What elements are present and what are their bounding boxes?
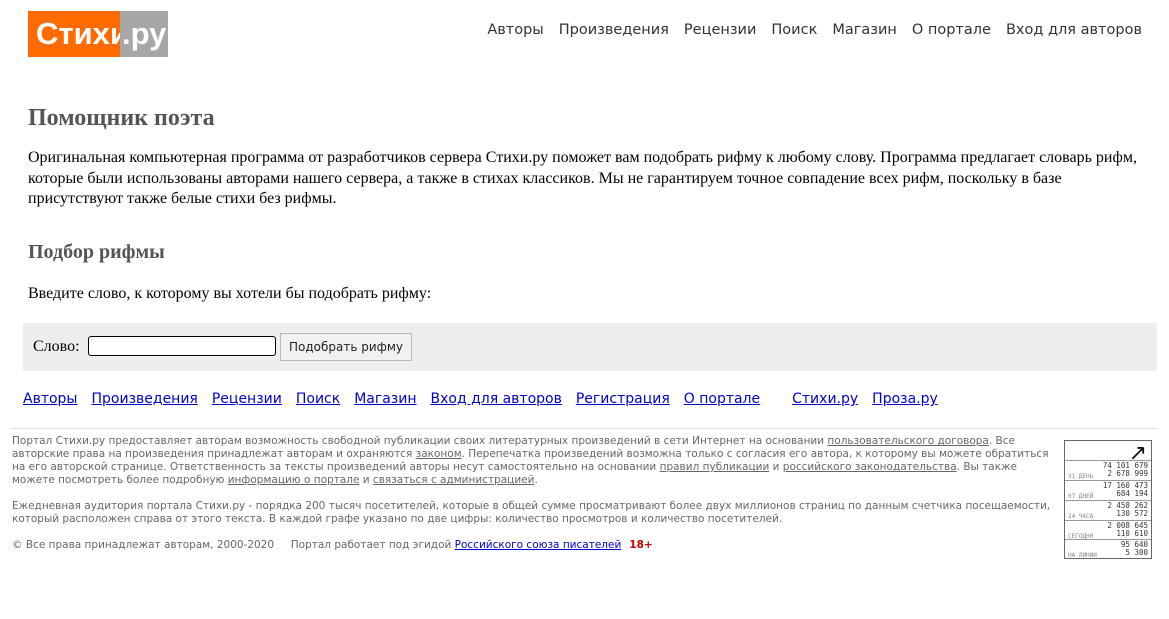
main-content: Помощник поэта Оригинальная компьютерная… bbox=[28, 104, 1138, 304]
bottomnav-about[interactable]: О портале bbox=[684, 391, 760, 407]
footer-legal-text: Портал Стихи.ру предоставляет авторам во… bbox=[12, 435, 1052, 487]
nav-spacer bbox=[774, 391, 792, 407]
contact-admin-link[interactable]: связаться с администрацией bbox=[373, 474, 535, 486]
topnav-reviews[interactable]: Рецензии bbox=[684, 22, 757, 38]
user-agreement-link[interactable]: пользовательского договора bbox=[827, 435, 988, 447]
footer-divider bbox=[11, 428, 1157, 429]
footer-audience-text: Ежедневная аудитория портала Стихи.ру - … bbox=[12, 500, 1051, 525]
russian-law-link[interactable]: российского законодательства bbox=[783, 461, 957, 473]
counter-visitors: 5 300 bbox=[1125, 548, 1148, 557]
word-label: Слово: bbox=[33, 338, 80, 355]
age-rating-badge: 18+ bbox=[629, 539, 653, 551]
portal-info-link[interactable]: информацию о портале bbox=[228, 474, 360, 486]
counter-visitors: 130 572 bbox=[1116, 509, 1148, 518]
logo-tld-text: .ру bbox=[120, 11, 168, 57]
bottomnav-login[interactable]: Вход для авторов bbox=[431, 391, 562, 407]
bottom-navigation: Авторы Произведения Рецензии Поиск Магаз… bbox=[23, 391, 952, 407]
word-input[interactable] bbox=[88, 336, 276, 356]
rhyme-form: Слово: Подобрать рифму bbox=[23, 323, 1157, 371]
counter-row: 74 101 679 2 678 999 31 ДЕНЬ bbox=[1065, 460, 1151, 481]
law-link[interactable]: законом bbox=[416, 448, 462, 460]
top-navigation: Авторы Произведения Рецензии Поиск Магаз… bbox=[487, 22, 1142, 38]
counter-row: 95 640 5 300 НА ЛИНИИ bbox=[1065, 539, 1151, 560]
bottomnav-proza-site[interactable]: Проза.ру bbox=[872, 391, 938, 407]
counter-label: 24 ЧАСА bbox=[1068, 513, 1094, 520]
footer: Портал Стихи.ру предоставляет авторам во… bbox=[12, 435, 1052, 552]
writers-union-link[interactable]: Российского союза писателей bbox=[455, 539, 622, 551]
bottomnav-shop[interactable]: Магазин bbox=[354, 391, 416, 407]
topnav-search[interactable]: Поиск bbox=[771, 22, 817, 38]
intro-paragraph: Оригинальная компьютерная программа от р… bbox=[28, 149, 1137, 207]
page-title: Помощник поэта bbox=[28, 105, 215, 131]
counter-label: 31 ДЕНЬ bbox=[1068, 473, 1094, 480]
topnav-about[interactable]: О портале bbox=[912, 22, 991, 38]
topnav-authors[interactable]: Авторы bbox=[487, 22, 543, 38]
bottomnav-search[interactable]: Поиск bbox=[296, 391, 340, 407]
rhyme-section-title: Подбор рифмы bbox=[28, 240, 165, 263]
topnav-login[interactable]: Вход для авторов bbox=[1006, 22, 1142, 38]
counter-row: 2 458 262 130 572 24 ЧАСА bbox=[1065, 500, 1151, 521]
counter-label: НА ЛИНИИ bbox=[1068, 552, 1097, 559]
copyright-text: © Все права принадлежат авторам, 2000-20… bbox=[12, 539, 275, 551]
topnav-shop[interactable]: Магазин bbox=[832, 22, 897, 38]
footer-text: . bbox=[534, 474, 538, 486]
counter-label: 07 ДНЕЙ bbox=[1068, 493, 1094, 500]
footer-copyright-line: © Все права принадлежат авторам, 2000-20… bbox=[12, 539, 1052, 552]
topnav-works[interactable]: Произведения bbox=[559, 22, 669, 38]
bottomnav-works[interactable]: Произведения bbox=[92, 391, 198, 407]
counter-visitors: 684 194 bbox=[1116, 489, 1148, 498]
counter-row: 2 008 645 110 610 СЕГОДНЯ bbox=[1065, 520, 1151, 541]
find-rhyme-button[interactable]: Подобрать рифму bbox=[280, 333, 412, 361]
footer-text: и bbox=[769, 461, 783, 473]
site-logo[interactable]: Стихи .ру bbox=[28, 11, 168, 57]
bottomnav-stihi-site[interactable]: Стихи.ру bbox=[792, 391, 858, 407]
visit-counter[interactable]: ↗ 74 101 679 2 678 999 31 ДЕНЬ 17 160 47… bbox=[1064, 440, 1152, 559]
rhyme-prompt: Введите слово, к которому вы хотели бы п… bbox=[28, 284, 432, 302]
bottomnav-reviews[interactable]: Рецензии bbox=[212, 391, 282, 407]
counter-row: 17 160 473 684 194 07 ДНЕЙ bbox=[1065, 480, 1151, 501]
bottomnav-register[interactable]: Регистрация bbox=[576, 391, 670, 407]
logo-main-text: Стихи bbox=[28, 11, 129, 57]
bottomnav-authors[interactable]: Авторы bbox=[23, 391, 78, 407]
counter-visitors: 2 678 999 bbox=[1107, 469, 1148, 478]
publication-rules-link[interactable]: правил публикации bbox=[660, 461, 770, 473]
counter-visitors: 110 610 bbox=[1116, 529, 1148, 538]
footer-text: Портал Стихи.ру предоставляет авторам во… bbox=[12, 435, 828, 447]
patron-text: Портал работает под эгидой bbox=[290, 539, 455, 551]
footer-text: и bbox=[359, 474, 373, 486]
